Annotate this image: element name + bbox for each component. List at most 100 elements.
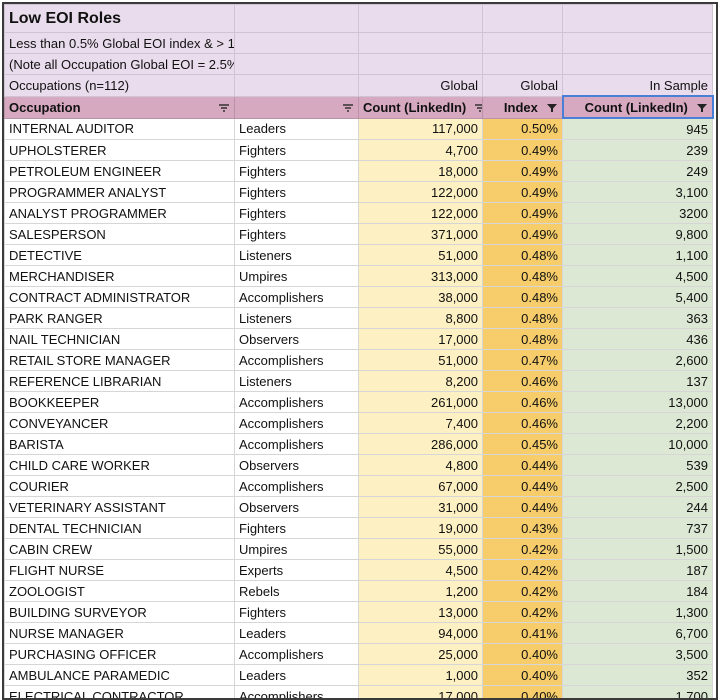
global-index-cell[interactable]: 0.45%	[482, 433, 563, 455]
global-index-cell[interactable]: 0.40%	[482, 685, 563, 698]
sample-count-cell[interactable]: 1,500	[562, 538, 713, 560]
type-cell[interactable]: Fighters	[234, 181, 359, 203]
cell[interactable]	[562, 4, 713, 33]
global-index-cell[interactable]: 0.49%	[482, 139, 563, 161]
type-cell[interactable]: Leaders	[234, 664, 359, 686]
column-header-type[interactable]	[234, 95, 359, 119]
type-cell[interactable]: Accomplishers	[234, 475, 359, 497]
column-header-sample-count[interactable]: Count (LinkedIn)	[561, 95, 714, 119]
sample-count-cell[interactable]: 2,600	[562, 349, 713, 371]
sheet-title[interactable]: Low EOI Roles	[4, 4, 235, 33]
occupation-cell[interactable]: CABIN CREW	[4, 538, 235, 560]
global-index-cell[interactable]: 0.48%	[482, 244, 563, 266]
column-header-global-index[interactable]: Index	[482, 95, 563, 119]
sample-count-cell[interactable]: 9,800	[562, 223, 713, 245]
global-index-group[interactable]: Global	[482, 74, 563, 97]
global-index-cell[interactable]: 0.48%	[482, 328, 563, 350]
occupation-cell[interactable]: REFERENCE LIBRARIAN	[4, 370, 235, 392]
sample-count-cell[interactable]: 184	[562, 580, 713, 602]
global-count-cell[interactable]: 117,000	[358, 117, 483, 140]
global-index-cell[interactable]: 0.42%	[482, 559, 563, 581]
cell[interactable]	[234, 74, 359, 97]
global-count-cell[interactable]: 13,000	[358, 601, 483, 623]
occupation-cell[interactable]: VETERINARY ASSISTANT	[4, 496, 235, 518]
occupation-cell[interactable]: PURCHASING OFFICER	[4, 643, 235, 665]
in-sample-group[interactable]: In Sample	[562, 74, 713, 97]
type-cell[interactable]: Fighters	[234, 139, 359, 161]
occupation-cell[interactable]: BOOKKEEPER	[4, 391, 235, 413]
occupation-cell[interactable]: DETECTIVE	[4, 244, 235, 266]
global-count-cell[interactable]: 8,800	[358, 307, 483, 329]
type-cell[interactable]: Accomplishers	[234, 643, 359, 665]
global-index-cell[interactable]: 0.48%	[482, 286, 563, 308]
type-cell[interactable]: Listeners	[234, 307, 359, 329]
type-cell[interactable]: Accomplishers	[234, 349, 359, 371]
occupation-cell[interactable]: DENTAL TECHNICIAN	[4, 517, 235, 539]
occupation-cell[interactable]: PROGRAMMER ANALYST	[4, 181, 235, 203]
type-cell[interactable]: Fighters	[234, 202, 359, 224]
global-count-cell[interactable]: 38,000	[358, 286, 483, 308]
sample-count-cell[interactable]: 3200	[562, 202, 713, 224]
global-count-cell[interactable]: 55,000	[358, 538, 483, 560]
column-header-occupation[interactable]: Occupation	[4, 95, 235, 119]
note-2[interactable]: (Note all Occupation Global EOI = 2.5%)	[4, 53, 235, 75]
type-cell[interactable]: Listeners	[234, 244, 359, 266]
note-1[interactable]: Less than 0.5% Global EOI index & > 100 …	[4, 32, 235, 54]
occupation-cell[interactable]: CHILD CARE WORKER	[4, 454, 235, 476]
global-count-cell[interactable]: 122,000	[358, 181, 483, 203]
global-index-cell[interactable]: 0.44%	[482, 496, 563, 518]
global-count-cell[interactable]: 51,000	[358, 349, 483, 371]
occupation-cell[interactable]: PARK RANGER	[4, 307, 235, 329]
global-count-cell[interactable]: 1,200	[358, 580, 483, 602]
occupation-cell[interactable]: CONVEYANCER	[4, 412, 235, 434]
global-count-cell[interactable]: 4,800	[358, 454, 483, 476]
occupation-cell[interactable]: MERCHANDISER	[4, 265, 235, 287]
global-count-cell[interactable]: 31,000	[358, 496, 483, 518]
cell[interactable]	[482, 53, 563, 75]
global-index-cell[interactable]: 0.41%	[482, 622, 563, 644]
global-count-cell[interactable]: 94,000	[358, 622, 483, 644]
occupations-count-label[interactable]: Occupations (n=112)	[4, 74, 235, 97]
occupation-cell[interactable]: UPHOLSTERER	[4, 139, 235, 161]
occupation-cell[interactable]: NURSE MANAGER	[4, 622, 235, 644]
global-index-cell[interactable]: 0.46%	[482, 391, 563, 413]
occupation-cell[interactable]: ANALYST PROGRAMMER	[4, 202, 235, 224]
sample-count-cell[interactable]: 3,100	[562, 181, 713, 203]
type-cell[interactable]: Fighters	[234, 517, 359, 539]
global-count-cell[interactable]: 286,000	[358, 433, 483, 455]
cell[interactable]	[234, 53, 359, 75]
occupation-cell[interactable]: CONTRACT ADMINISTRATOR	[4, 286, 235, 308]
occupation-cell[interactable]: PETROLEUM ENGINEER	[4, 160, 235, 182]
global-count-cell[interactable]: 51,000	[358, 244, 483, 266]
occupation-cell[interactable]: COURIER	[4, 475, 235, 497]
global-count-cell[interactable]: 261,000	[358, 391, 483, 413]
global-index-cell[interactable]: 0.47%	[482, 349, 563, 371]
sample-count-cell[interactable]: 436	[562, 328, 713, 350]
global-index-cell[interactable]: 0.48%	[482, 265, 563, 287]
sample-count-cell[interactable]: 539	[562, 454, 713, 476]
sample-count-cell[interactable]: 239	[562, 139, 713, 161]
occupation-cell[interactable]: INTERNAL AUDITOR	[4, 117, 235, 140]
global-index-cell[interactable]: 0.42%	[482, 538, 563, 560]
sample-count-cell[interactable]: 3,500	[562, 643, 713, 665]
global-count-cell[interactable]: 1,000	[358, 664, 483, 686]
sample-count-cell[interactable]: 1,300	[562, 601, 713, 623]
occupation-cell[interactable]: ELECTRICAL CONTRACTOR	[4, 685, 235, 698]
type-cell[interactable]: Accomplishers	[234, 433, 359, 455]
type-cell[interactable]: Observers	[234, 496, 359, 518]
global-count-cell[interactable]: 17,000	[358, 685, 483, 698]
occupation-cell[interactable]: RETAIL STORE MANAGER	[4, 349, 235, 371]
occupation-cell[interactable]: ZOOLOGIST	[4, 580, 235, 602]
global-index-cell[interactable]: 0.43%	[482, 517, 563, 539]
global-index-cell[interactable]: 0.49%	[482, 181, 563, 203]
global-index-cell[interactable]: 0.49%	[482, 160, 563, 182]
sample-count-cell[interactable]: 249	[562, 160, 713, 182]
type-cell[interactable]: Fighters	[234, 160, 359, 182]
sample-count-cell[interactable]: 13,000	[562, 391, 713, 413]
global-index-cell[interactable]: 0.40%	[482, 664, 563, 686]
global-index-cell[interactable]: 0.44%	[482, 454, 563, 476]
global-index-cell[interactable]: 0.46%	[482, 370, 563, 392]
sample-count-cell[interactable]: 187	[562, 559, 713, 581]
type-cell[interactable]: Experts	[234, 559, 359, 581]
sample-count-cell[interactable]: 363	[562, 307, 713, 329]
